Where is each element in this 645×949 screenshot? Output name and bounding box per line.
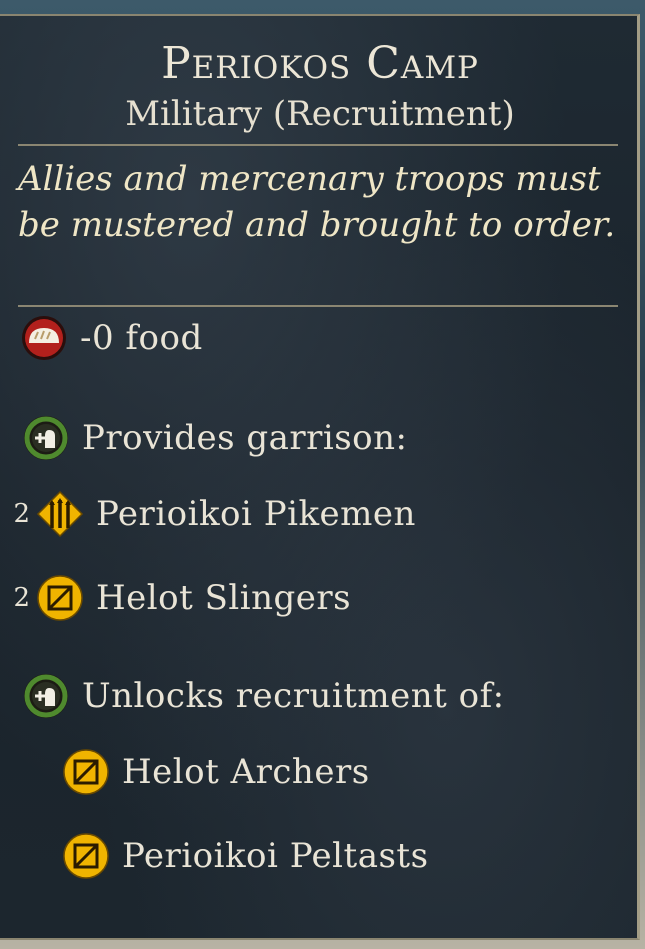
recruitment-header-row: Unlocks recruitment of: xyxy=(22,666,505,726)
building-category: Military (Recruitment) xyxy=(125,94,515,134)
garrison-icon xyxy=(24,416,68,460)
recruitment-unit-row: Perioikoi Peltasts xyxy=(62,826,429,886)
garrison-unit-row: 2 Perioikoi Pikemen xyxy=(10,484,416,544)
garrison-icon xyxy=(24,674,68,718)
unit-name: Helot Archers xyxy=(122,752,370,792)
description-divider xyxy=(18,305,618,307)
garrison-unit-row: 2 Helot Slingers xyxy=(10,568,351,628)
food-bread-icon xyxy=(22,316,66,360)
building-tooltip-panel: Periokos Camp Military (Recruitment) All… xyxy=(0,14,640,940)
unit-count: 2 xyxy=(13,583,30,613)
missile-infantry-icon xyxy=(37,575,83,621)
missile-infantry-icon xyxy=(63,749,109,795)
unit-name: Helot Slingers xyxy=(96,578,352,618)
recruitment-unit-row: Helot Archers xyxy=(62,742,370,802)
food-effect-label: -0 food xyxy=(80,318,203,358)
building-title: Periokos Camp xyxy=(161,38,479,89)
garrison-header-row: Provides garrison: xyxy=(22,408,408,468)
garrison-header-label: Provides garrison: xyxy=(82,418,408,458)
unit-name: Perioikoi Pikemen xyxy=(96,494,416,534)
recruitment-header-label: Unlocks recruitment of: xyxy=(82,676,505,716)
unit-count: 2 xyxy=(13,499,30,529)
unit-name: Perioikoi Peltasts xyxy=(122,836,429,876)
food-effect-row: -0 food xyxy=(20,308,203,368)
title-divider xyxy=(18,144,618,146)
pikemen-icon xyxy=(36,490,84,538)
building-description: Allies and mercenary troops must be must… xyxy=(18,159,616,245)
missile-infantry-icon xyxy=(63,833,109,879)
